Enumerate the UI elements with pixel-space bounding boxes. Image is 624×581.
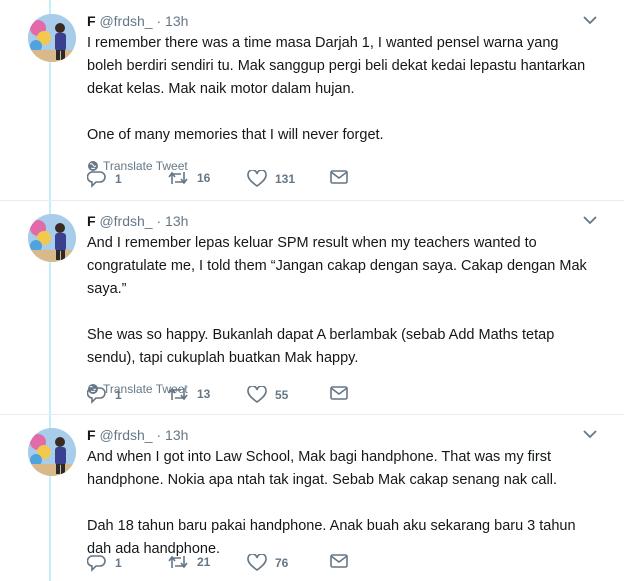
avatar[interactable] [28, 428, 76, 476]
tweet[interactable]: F @frdsh_ · 13h And I remember lepas kel… [0, 200, 624, 414]
tweet[interactable]: F @frdsh_ · 13h I remember there was a t… [0, 0, 624, 200]
retweet-button[interactable]: 16 [167, 170, 210, 186]
tweet-header: F @frdsh_ · 13h [87, 426, 590, 444]
display-name[interactable]: F [87, 427, 96, 443]
separator-dot: · [156, 13, 162, 29]
timestamp[interactable]: 13h [165, 13, 188, 29]
separator-dot: · [156, 213, 162, 229]
reply-icon [87, 387, 106, 404]
retweet-icon [168, 171, 188, 185]
chevron-down-icon[interactable] [582, 214, 598, 226]
chevron-down-icon[interactable] [582, 428, 598, 440]
tweet-paragraph: And I remember lepas keluar SPM result w… [87, 235, 587, 297]
avatar[interactable] [28, 14, 76, 62]
like-icon [247, 170, 267, 187]
retweet-button[interactable]: 13 [167, 386, 210, 402]
tweet-text: I remember there was a time masa Darjah … [87, 32, 590, 147]
dm-icon [330, 554, 348, 568]
like-icon [247, 554, 267, 571]
like-count: 131 [275, 172, 296, 186]
separator-dot: · [156, 427, 162, 443]
timestamp[interactable]: 13h [165, 427, 188, 443]
like-count: 76 [275, 556, 289, 570]
username[interactable]: @frdsh_ [99, 213, 152, 229]
avatar[interactable] [28, 214, 76, 262]
reply-icon [87, 171, 106, 188]
retweet-button[interactable]: 21 [167, 554, 210, 570]
tweet-paragraph: And when I got into Law School, Mak bagi… [87, 449, 557, 488]
chevron-down-icon[interactable] [582, 14, 598, 26]
retweet-icon [168, 387, 188, 401]
tweet-header: F @frdsh_ · 13h [87, 12, 590, 30]
like-icon [247, 386, 267, 403]
reply-count: 1 [115, 556, 122, 570]
reply-button[interactable]: 1 [87, 170, 122, 188]
dm-button[interactable] [330, 386, 348, 400]
retweet-count: 16 [197, 171, 211, 185]
tweet-header: F @frdsh_ · 13h [87, 212, 590, 230]
username[interactable]: @frdsh_ [99, 13, 152, 29]
retweet-icon [168, 555, 188, 569]
retweet-count: 13 [197, 387, 211, 401]
dm-button[interactable] [330, 554, 348, 568]
tweet-paragraph: One of many memories that I will never f… [87, 127, 384, 143]
username[interactable]: @frdsh_ [99, 427, 152, 443]
dm-icon [330, 170, 348, 184]
dm-button[interactable] [330, 170, 348, 184]
tweet-paragraph: She was so happy. Bukanlah dapat A berla… [87, 327, 555, 366]
like-button[interactable]: 131 [247, 170, 295, 188]
like-button[interactable]: 55 [247, 386, 288, 404]
retweet-count: 21 [197, 555, 211, 569]
display-name[interactable]: F [87, 213, 96, 229]
timestamp[interactable]: 13h [165, 213, 188, 229]
tweet-paragraph: I remember there was a time masa Darjah … [87, 35, 586, 97]
display-name[interactable]: F [87, 13, 96, 29]
reply-count: 1 [115, 388, 122, 402]
like-button[interactable]: 76 [247, 554, 288, 572]
like-count: 55 [275, 388, 289, 402]
tweet-text: And I remember lepas keluar SPM result w… [87, 232, 590, 370]
reply-icon [87, 555, 106, 572]
dm-icon [330, 386, 348, 400]
tweet-text: And when I got into Law School, Mak bagi… [87, 446, 590, 561]
tweet[interactable]: F @frdsh_ · 13h And when I got into Law … [0, 414, 624, 581]
reply-button[interactable]: 1 [87, 386, 122, 404]
reply-count: 1 [115, 172, 122, 186]
reply-button[interactable]: 1 [87, 554, 122, 572]
